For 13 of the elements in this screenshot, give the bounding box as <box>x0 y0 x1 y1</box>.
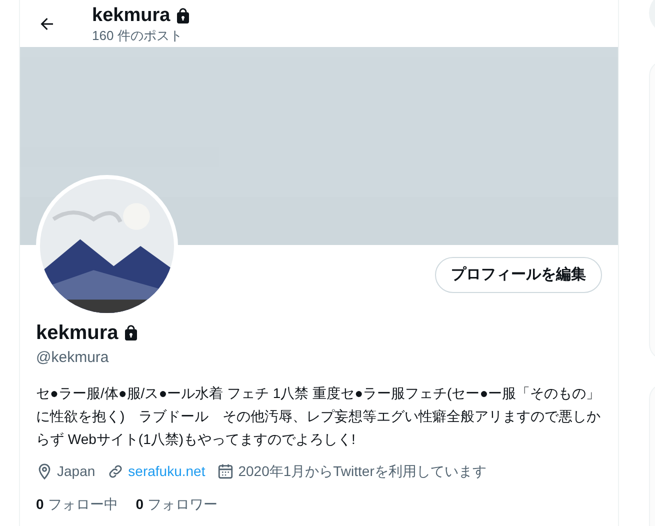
post-count: 160 件のポスト <box>92 28 184 44</box>
calendar-icon <box>217 462 234 480</box>
link-icon <box>107 462 124 480</box>
profile-bio: セ●ラー服/体●服/ス●ール水着 フェチ 1八禁 重度セ●ラー服フェチ(セー●ー服「そのもの」に性欲を抱く) ラブドール その他汚辱、レプ妄想等エグい性癖全般アリますので悪しからず Webサイト(1八禁)もやってますのでよろしく! <box>36 384 602 449</box>
joined-date: 2020年1月からTwitterを利用しています <box>238 462 486 480</box>
profile-handle: @kekmura <box>36 348 110 368</box>
follow-count-link[interactable]: 0 フォロー中 <box>36 494 118 514</box>
profile-title: kekmura <box>92 4 170 28</box>
follow-count-link[interactable]: 0 フォロワー <box>136 494 218 514</box>
edit-profile-button[interactable]: プロフィールを編集 <box>435 257 602 293</box>
profile-name: kekmura <box>36 321 118 345</box>
location-text: Japan <box>57 462 96 481</box>
location-pin-icon <box>36 462 53 480</box>
